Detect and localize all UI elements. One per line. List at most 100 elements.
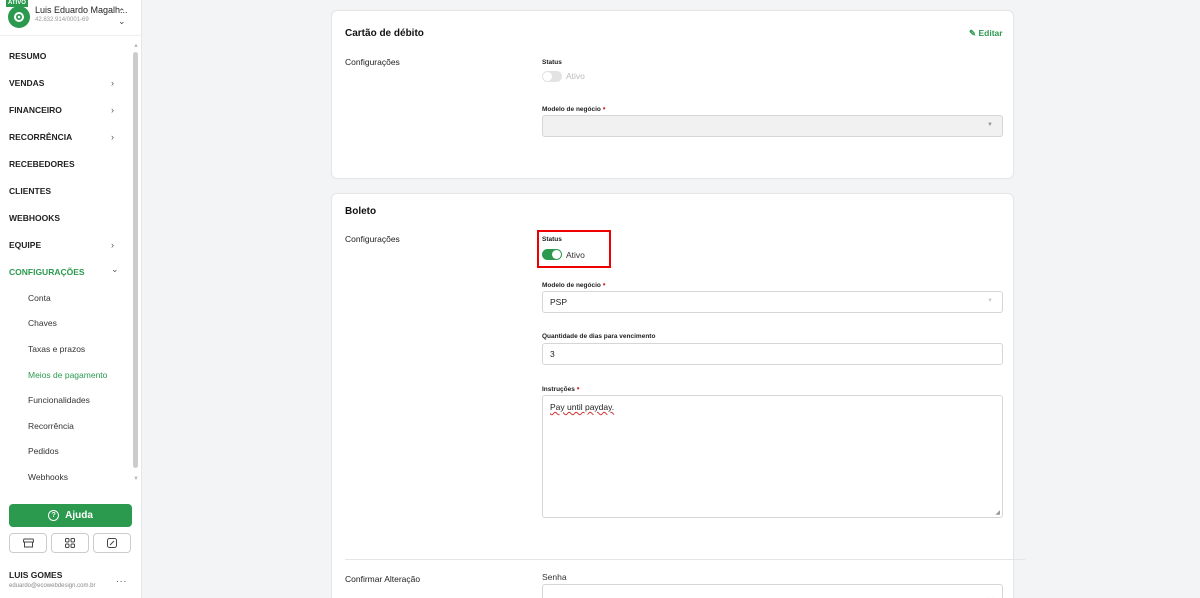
- sidebar-subitem-label: Meios de pagamento: [28, 369, 108, 380]
- sidebar-subitem-label: Recorrência: [28, 420, 74, 431]
- eye-off-icon[interactable]: ◡: [987, 593, 994, 598]
- sidebar-item-label: EQUIPE: [9, 239, 42, 250]
- sidebar-subitem-label: Taxas e prazos: [28, 343, 86, 354]
- edit-link[interactable]: ✎ Editar: [969, 28, 1003, 39]
- account-avatar: [8, 6, 30, 28]
- due-days-input[interactable]: 3: [542, 343, 1003, 365]
- account-name: Luis Eduardo Magalh...: [35, 5, 128, 15]
- status-toggle[interactable]: [542, 71, 562, 82]
- sidebar-subitem-pedidos[interactable]: Pedidos: [0, 439, 132, 465]
- apps-button[interactable]: [51, 533, 89, 553]
- sidebar-subitem-webhooks[interactable]: Webhooks: [0, 464, 132, 490]
- dropdown-arrow-icon: ▼: [987, 298, 993, 304]
- dropdown-arrow-icon: ▼: [987, 122, 993, 128]
- pencil-icon: ✎: [969, 28, 977, 38]
- status-label: Status: [542, 59, 562, 66]
- status-label: Status: [542, 236, 562, 243]
- sidebar-item-recebedores[interactable]: RECEBEDORES: [0, 150, 132, 177]
- instructions-textarea[interactable]: Pay until payday. ◢: [542, 395, 1003, 518]
- business-model-label: Modelo de negócio •: [542, 280, 606, 289]
- sidebar-item-clientes[interactable]: CLIENTES: [0, 177, 132, 204]
- business-model-label-text: Modelo de negócio: [542, 282, 601, 289]
- due-days-value: 3: [550, 349, 555, 359]
- sidebar-subitem-label: Funcionalidades: [28, 395, 90, 406]
- business-model-select[interactable]: ▼: [542, 115, 1003, 137]
- edit-square-icon: [107, 538, 117, 548]
- password-input[interactable]: ◡: [542, 584, 1003, 598]
- sidebar-subitem-label: Webhooks: [28, 471, 69, 482]
- account-document: 42.832.914/0001-69: [35, 17, 89, 23]
- business-model-value: PSP: [550, 297, 568, 307]
- resize-handle-icon[interactable]: ◢: [995, 509, 1000, 516]
- chevron-up-down-icon[interactable]: ⌃ ⌄: [118, 8, 126, 26]
- more-options-icon[interactable]: ...: [116, 574, 127, 585]
- store-button[interactable]: [9, 533, 47, 553]
- sidebar-item-webhooks[interactable]: WEBHOOKS: [0, 204, 132, 231]
- sidebar-item-configuracoes[interactable]: CONFIGURAÇÕES ⌄: [0, 258, 132, 285]
- section-title: Cartão de débito: [345, 28, 424, 39]
- logo-icon: [14, 12, 24, 22]
- toggle-knob: [543, 72, 552, 81]
- business-model-label: Modelo de negócio •: [542, 104, 606, 113]
- user-email: eduardo@ecowebdesign.com.br: [9, 583, 96, 589]
- business-model-select[interactable]: PSP ▼: [542, 291, 1003, 313]
- boleto-section: Boleto Configurações Status Ativo Modelo…: [331, 193, 1025, 598]
- divider: [345, 559, 1025, 560]
- grid-icon: [65, 538, 75, 548]
- sidebar-item-recorrencia[interactable]: RECORRÊNCIA ›: [0, 123, 132, 150]
- debit-card-section: Cartão de débito ✎ Editar Configurações …: [331, 10, 1014, 179]
- instructions-label: Instruções •: [542, 384, 580, 393]
- due-days-label: Quantidade de dias para vencimento: [542, 333, 656, 340]
- sidebar-item-label: CLIENTES: [9, 185, 52, 196]
- sidebar-item-label: RESUMO: [9, 50, 47, 61]
- sidebar-subitem-meios-de-pagamento[interactable]: Meios de pagamento: [0, 362, 132, 388]
- sidebar-item-label: CONFIGURAÇÕES: [9, 266, 85, 277]
- sidebar-item-label: WEBHOOKS: [9, 212, 60, 223]
- chevron-right-icon: ›: [111, 239, 114, 250]
- sidebar-subitem-recorrencia[interactable]: Recorrência: [0, 413, 132, 439]
- account-switcher[interactable]: ATIVO Luis Eduardo Magalh... 42.832.914/…: [0, 0, 142, 36]
- instructions-label-text: Instruções: [542, 386, 575, 393]
- sidebar-subitem-chaves[interactable]: Chaves: [0, 311, 132, 337]
- sidebar-subitem-label: Chaves: [28, 318, 57, 329]
- status-value: Ativo: [566, 71, 585, 81]
- store-icon: [22, 538, 34, 548]
- sidebar-item-label: VENDAS: [9, 77, 45, 88]
- sidebar-scrollbar[interactable]: [133, 52, 138, 468]
- status-toggle[interactable]: [542, 249, 562, 260]
- status-badge: ATIVO: [6, 0, 28, 7]
- sidebar-subitem-conta[interactable]: Conta: [0, 285, 132, 311]
- sidebar-nav: RESUMO VENDAS › FINANCEIRO › RECORRÊNCIA › …: [0, 42, 132, 490]
- help-button[interactable]: ? Ajuda: [9, 504, 132, 527]
- section-title: Boleto: [345, 206, 377, 217]
- configurations-label: Configurações: [345, 57, 400, 67]
- sidebar-item-equipe[interactable]: EQUIPE ›: [0, 231, 132, 258]
- sidebar-item-label: RECORRÊNCIA: [9, 131, 73, 142]
- help-circle-icon: ?: [48, 510, 60, 521]
- toggle-knob: [552, 250, 561, 259]
- required-marker: •: [602, 104, 606, 113]
- scroll-up-icon[interactable]: ▲: [133, 43, 139, 49]
- sidebar-item-resumo[interactable]: RESUMO: [0, 42, 132, 69]
- sidebar-subitem-label: Pedidos: [28, 446, 59, 457]
- sidebar-subitem-label: Conta: [28, 292, 51, 303]
- chevron-right-icon: ›: [111, 77, 114, 88]
- status-value: Ativo: [566, 250, 585, 260]
- chevron-down-icon: ⌄: [111, 264, 119, 274]
- required-marker: •: [576, 384, 580, 393]
- sidebar-subitem-funcionalidades[interactable]: Funcionalidades: [0, 387, 132, 413]
- sidebar-item-financeiro[interactable]: FINANCEIRO ›: [0, 96, 132, 123]
- sidebar: ATIVO Luis Eduardo Magalh... 42.832.914/…: [0, 0, 142, 598]
- sidebar-subitem-taxas[interactable]: Taxas e prazos: [0, 336, 132, 362]
- sidebar-item-vendas[interactable]: VENDAS ›: [0, 69, 132, 96]
- sidebar-item-label: FINANCEIRO: [9, 104, 62, 115]
- scroll-down-icon[interactable]: ▼: [133, 476, 139, 482]
- instructions-value: Pay until payday.: [550, 402, 615, 412]
- edit-button[interactable]: [93, 533, 131, 553]
- user-name: LUIS GOMES: [9, 570, 63, 580]
- edit-link-label: Editar: [978, 28, 1003, 38]
- business-model-label-text: Modelo de negócio: [542, 106, 601, 113]
- confirm-change-label: Confirmar Alteração: [345, 574, 421, 584]
- chevron-right-icon: ›: [111, 104, 114, 115]
- configurations-label: Configurações: [345, 234, 400, 244]
